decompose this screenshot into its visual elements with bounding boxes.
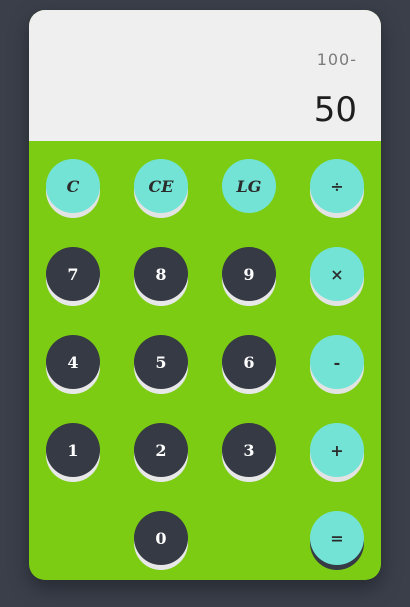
seven-button[interactable]: 7 bbox=[46, 247, 100, 301]
subtract-button[interactable]: - bbox=[310, 335, 364, 389]
result-display: 50 bbox=[313, 90, 357, 130]
expression-display: 100- bbox=[316, 50, 357, 69]
clear-entry-button-label: CE bbox=[148, 176, 174, 196]
multiply-button-label: × bbox=[330, 264, 344, 284]
zero-button[interactable]: 0 bbox=[134, 511, 188, 565]
five-button[interactable]: 5 bbox=[134, 335, 188, 389]
clear-button-label: C bbox=[66, 176, 80, 196]
one-button-label: 1 bbox=[67, 440, 79, 460]
one-button[interactable]: 1 bbox=[46, 423, 100, 477]
three-button[interactable]: 3 bbox=[222, 423, 276, 477]
four-button-label: 4 bbox=[67, 352, 79, 372]
keypad: C CE LG ÷ 7 8 9 × 4 5 6 - 1 2 3 + 0 = bbox=[29, 141, 381, 580]
multiply-button[interactable]: × bbox=[310, 247, 364, 301]
equals-button-label: = bbox=[330, 528, 344, 548]
divide-button-label: ÷ bbox=[330, 176, 344, 196]
eight-button[interactable]: 8 bbox=[134, 247, 188, 301]
seven-button-label: 7 bbox=[67, 264, 79, 284]
backspace-button[interactable]: LG bbox=[222, 159, 276, 213]
six-button[interactable]: 6 bbox=[222, 335, 276, 389]
divide-button[interactable]: ÷ bbox=[310, 159, 364, 213]
clear-entry-button[interactable]: CE bbox=[134, 159, 188, 213]
three-button-label: 3 bbox=[243, 440, 255, 460]
zero-button-label: 0 bbox=[155, 528, 167, 548]
six-button-label: 6 bbox=[243, 352, 255, 372]
calculator: 100- 50 C CE LG ÷ 7 8 9 × 4 5 6 - 1 2 3 … bbox=[29, 10, 381, 580]
backspace-button-label: LG bbox=[236, 176, 262, 196]
clear-button[interactable]: C bbox=[46, 159, 100, 213]
nine-button-label: 9 bbox=[243, 264, 255, 284]
equals-button[interactable]: = bbox=[310, 511, 364, 565]
four-button[interactable]: 4 bbox=[46, 335, 100, 389]
subtract-button-label: - bbox=[333, 352, 341, 372]
two-button-label: 2 bbox=[155, 440, 167, 460]
add-button[interactable]: + bbox=[310, 423, 364, 477]
nine-button[interactable]: 9 bbox=[222, 247, 276, 301]
two-button[interactable]: 2 bbox=[134, 423, 188, 477]
eight-button-label: 8 bbox=[155, 264, 167, 284]
display-panel: 100- 50 bbox=[29, 10, 381, 141]
five-button-label: 5 bbox=[155, 352, 167, 372]
add-button-label: + bbox=[330, 440, 344, 460]
